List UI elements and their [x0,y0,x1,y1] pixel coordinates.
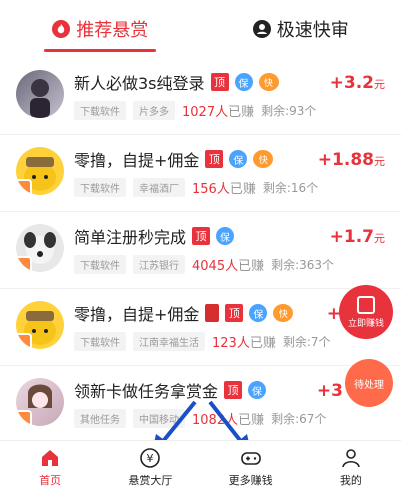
task-item[interactable]: 零撸，自提+佣金 顶 保 快 +1.88元 下载软件 幸福酒厂 156人已赚 剩… [0,135,401,212]
remaining-count: 剩余:363个 [271,258,335,272]
avatar [16,224,64,272]
earn-now-float-button[interactable]: 立即赚钱 [339,285,393,339]
bottom-nav: 首页 ¥ 悬赏大厅 更多赚钱 我的 [0,440,401,494]
task-price: +3.2元 [329,73,385,93]
nav-mine[interactable]: 我的 [301,441,401,494]
task-title-row: 简单注册秒完成 顶 保 [74,224,235,248]
task-list: 新人必做3s纯登录 顶 保 快 +3.2元 下载软件 片多多 1027人已赚 剩… [0,58,401,443]
guarantee-badge: 保 [216,227,235,245]
task-title-row: 零撸，自提+佣金 顶 保 快 [74,147,274,171]
avatar [16,301,64,349]
avatar [16,378,64,426]
nav-label: 首页 [39,474,62,487]
earned-count: 123人已赚 [212,336,276,351]
app-mini-icon [16,333,32,349]
float-label: 待处理 [354,379,384,391]
avatar [16,147,64,195]
svg-text:¥: ¥ [147,452,154,465]
nav-more-earning[interactable]: 更多赚钱 [201,441,301,494]
user-circle-icon [252,20,271,38]
earned-count: 4045人已赚 [192,259,265,274]
category-tag: 下载软件 [74,178,126,197]
yuan-coin-icon: ¥ [139,447,161,469]
wallet-icon [357,295,375,314]
task-price: +3 [316,381,343,401]
nav-label: 悬赏大厅 [128,474,173,487]
nav-label: 我的 [339,474,362,487]
float-label: 立即赚钱 [347,318,384,329]
tab-fast-review[interactable]: 极速快审 [201,0,401,58]
top-badge: 顶 [224,381,243,399]
home-icon [39,447,61,469]
pending-float-button[interactable]: 待处理 [345,359,393,407]
task-price: +1.7元 [329,227,385,247]
category-tag: 下载软件 [74,332,126,351]
task-title-row: 零撸，自提+佣金 顶 保 快 [74,301,294,325]
top-badge: 顶 [225,304,244,322]
task-title: 零撸，自提+佣金 [74,305,200,324]
person-icon [340,447,362,469]
fast-badge: 快 [253,150,274,168]
app-tag: 江苏银行 [133,255,185,274]
task-title: 简单注册秒完成 [74,228,187,247]
task-meta: 其他任务 中国移动 1082人已赚 剩余:67个 [74,409,326,428]
task-meta: 下载软件 江南幸福生活 123人已赚 剩余:7个 [74,332,331,351]
app-tag: 片多多 [133,101,175,120]
task-title-row: 领新卡做任务拿赏金 顶 保 [74,378,267,402]
task-price: +1.88元 [317,150,385,170]
task-meta: 下载软件 江苏银行 4045人已赚 剩余:363个 [74,255,334,274]
app-tag: 幸福酒厂 [133,178,185,197]
active-tab-underline [44,49,157,52]
category-tag: 下载软件 [74,101,126,120]
task-title: 新人必做3s纯登录 [74,74,205,93]
nav-home[interactable]: 首页 [0,441,100,494]
task-item[interactable]: 领新卡做任务拿赏金 顶 保 +3 其他任务 中国移动 1082人已赚 剩余:67… [0,366,401,443]
tab-recommended-bounty[interactable]: 推荐悬赏 [0,0,201,58]
fast-badge: 快 [273,304,294,322]
task-title: 领新卡做任务拿赏金 [74,382,219,401]
remaining-count: 剩余:16个 [262,181,319,195]
gamepad-icon [240,447,262,469]
top-tabs: 推荐悬赏 极速快审 [0,0,401,58]
task-meta: 下载软件 幸福酒厂 156人已赚 剩余:16个 [74,178,318,197]
tab-label: 极速快审 [276,20,349,41]
app-mini-icon [16,179,32,195]
app-mini-icon [16,256,32,272]
top-badge: 顶 [210,73,229,91]
fast-badge: 快 [258,73,279,91]
guarantee-badge: 保 [248,381,267,399]
red-envelope-icon [205,304,220,322]
app-mini-icon [16,410,32,426]
nav-label: 更多赚钱 [228,474,273,487]
avatar [16,70,64,118]
guarantee-badge: 保 [234,73,253,91]
guarantee-badge: 保 [249,304,268,322]
task-item[interactable]: 新人必做3s纯登录 顶 保 快 +3.2元 下载软件 片多多 1027人已赚 剩… [0,58,401,135]
fire-icon [52,20,71,38]
remaining-count: 剩余:67个 [271,412,327,426]
earned-count: 156人已赚 [192,182,256,197]
top-badge: 顶 [205,150,224,168]
task-title-row: 新人必做3s纯登录 顶 保 快 [74,70,279,94]
remaining-count: 剩余:93个 [261,104,317,118]
category-tag: 其他任务 [74,409,126,428]
top-badge: 顶 [192,227,211,245]
earned-count: 1027人已赚 [182,105,255,120]
remaining-count: 剩余:7个 [282,335,331,349]
app-tag: 江南幸福生活 [133,332,205,351]
task-item[interactable]: 简单注册秒完成 顶 保 +1.7元 下载软件 江苏银行 4045人已赚 剩余:3… [0,212,401,289]
task-meta: 下载软件 片多多 1027人已赚 剩余:93个 [74,101,316,120]
nav-bounty-hall[interactable]: ¥ 悬赏大厅 [100,441,200,494]
task-title: 零撸，自提+佣金 [74,151,200,170]
category-tag: 下载软件 [74,255,126,274]
tab-label: 推荐悬赏 [76,20,149,41]
guarantee-badge: 保 [229,150,248,168]
